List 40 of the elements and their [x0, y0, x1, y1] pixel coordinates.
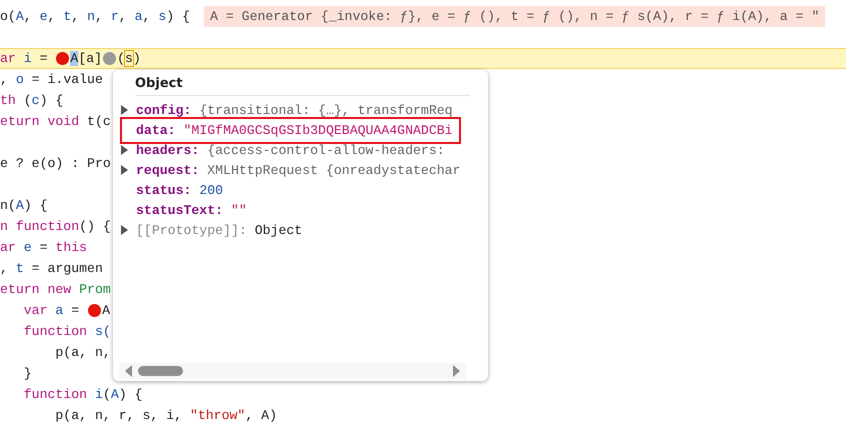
property-entry: data: "MIGfMA0GCSqGSIb3DQEBAQUAA4GNADCBi: [120, 116, 461, 144]
scroll-left-icon[interactable]: [125, 365, 132, 377]
property-entry: statusText: "": [136, 202, 247, 218]
expand-triangle-icon[interactable]: [121, 225, 128, 235]
inline-value-annotation: A = Generator {_invoke: ƒ}, e = ƒ (), t = ƒ (), n = ƒ s(A), r = ƒ i(A), a = ": [204, 6, 826, 27]
code-text: eturn void t(c: [0, 113, 111, 131]
property-entry: request: XMLHttpRequest {onreadystatechar: [136, 162, 460, 178]
code-text: o(A, e, t, n, r, a, s) {: [0, 8, 190, 26]
code-text: p(a, n,: [54, 344, 111, 362]
expand-triangle-icon[interactable]: [121, 105, 128, 115]
code-text: function s(: [22, 323, 111, 341]
property-entry: headers: {access-control-allow-headers:: [136, 142, 445, 158]
code-text: th (c) {: [0, 92, 64, 110]
code-text: (s): [117, 50, 141, 68]
code-text: , t = argumen: [0, 260, 103, 278]
expand-triangle-icon[interactable]: [121, 165, 128, 175]
code-text: n function() {: [0, 218, 111, 236]
popover-title: Object: [135, 76, 470, 96]
code-text: eturn new Prom: [0, 281, 111, 299]
property-entry: status: 200: [136, 182, 224, 198]
code-text: A: [102, 302, 110, 320]
code-text: ar i =: [0, 50, 48, 68]
code-text: , o = i.value: [0, 71, 103, 89]
breakpoint-icon[interactable]: [88, 304, 102, 317]
code-text: n(A) {: [0, 197, 48, 215]
horizontal-scrollbar[interactable]: [119, 363, 466, 379]
scroll-right-icon[interactable]: [453, 365, 460, 377]
code-text: }: [22, 365, 32, 383]
breakpoint-icon[interactable]: [103, 52, 116, 65]
code-text: p(a, n, r, s, i, "throw", A): [54, 407, 277, 425]
code-text: e ? e(o) : Pro: [0, 155, 111, 173]
code-text: ar e = this: [0, 239, 88, 257]
property-entry: config: {transitional: {…}, transformReq: [136, 102, 453, 118]
expand-triangle-icon[interactable]: [121, 145, 128, 155]
scroll-thumb[interactable]: [138, 366, 183, 376]
code-text: A[a]: [70, 50, 102, 68]
code-text: function i(A) {: [22, 386, 142, 404]
code-text: var a =: [22, 302, 80, 320]
property-entry: [[Prototype]]: Object: [136, 222, 302, 238]
breakpoint-icon[interactable]: [56, 52, 70, 65]
